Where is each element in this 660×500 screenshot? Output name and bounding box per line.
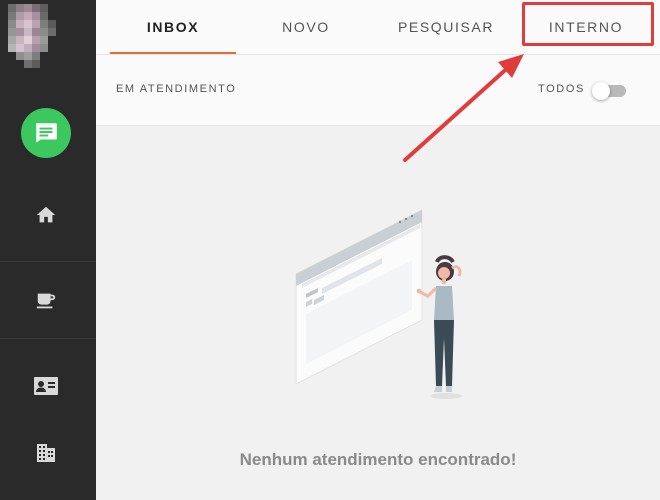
empty-state-illustration (295, 209, 462, 399)
main-panel: INBOX NOVO PESQUISAR INTERNO EM ATENDIME… (96, 0, 660, 500)
coffee-icon (36, 293, 56, 309)
home-icon (36, 206, 56, 223)
conversation-list: Nenhum atendimento encontrado! (96, 126, 660, 500)
contact-card-icon (34, 377, 58, 395)
annotation-highlight-box (522, 2, 654, 46)
building-icon (37, 444, 55, 462)
sidebar-item-contact[interactable] (33, 373, 59, 399)
avatar[interactable] (8, 4, 64, 76)
sidebar-divider (0, 261, 96, 262)
todos-label: TODOS (538, 83, 585, 95)
sidebar-item-home[interactable] (33, 202, 59, 228)
subheader: EM ATENDIMENTO TODOS (96, 55, 660, 126)
chat-icon (36, 123, 57, 143)
tab-pesquisar[interactable]: PESQUISAR (386, 0, 506, 54)
sidebar-divider (0, 338, 96, 339)
empty-state-message: Nenhum atendimento encontrado! (239, 450, 517, 469)
active-tab-indicator (110, 52, 236, 54)
tab-inbox[interactable]: INBOX (110, 0, 236, 54)
sidebar-item-chat[interactable] (21, 108, 71, 158)
section-title: EM ATENDIMENTO (116, 83, 237, 95)
sidebar (0, 0, 96, 500)
sidebar-item-building[interactable] (33, 440, 59, 466)
toggle-knob (592, 82, 610, 100)
tab-novo[interactable]: NOVO (256, 0, 356, 54)
todos-toggle[interactable] (592, 82, 628, 100)
sidebar-item-coffee[interactable] (33, 288, 59, 314)
